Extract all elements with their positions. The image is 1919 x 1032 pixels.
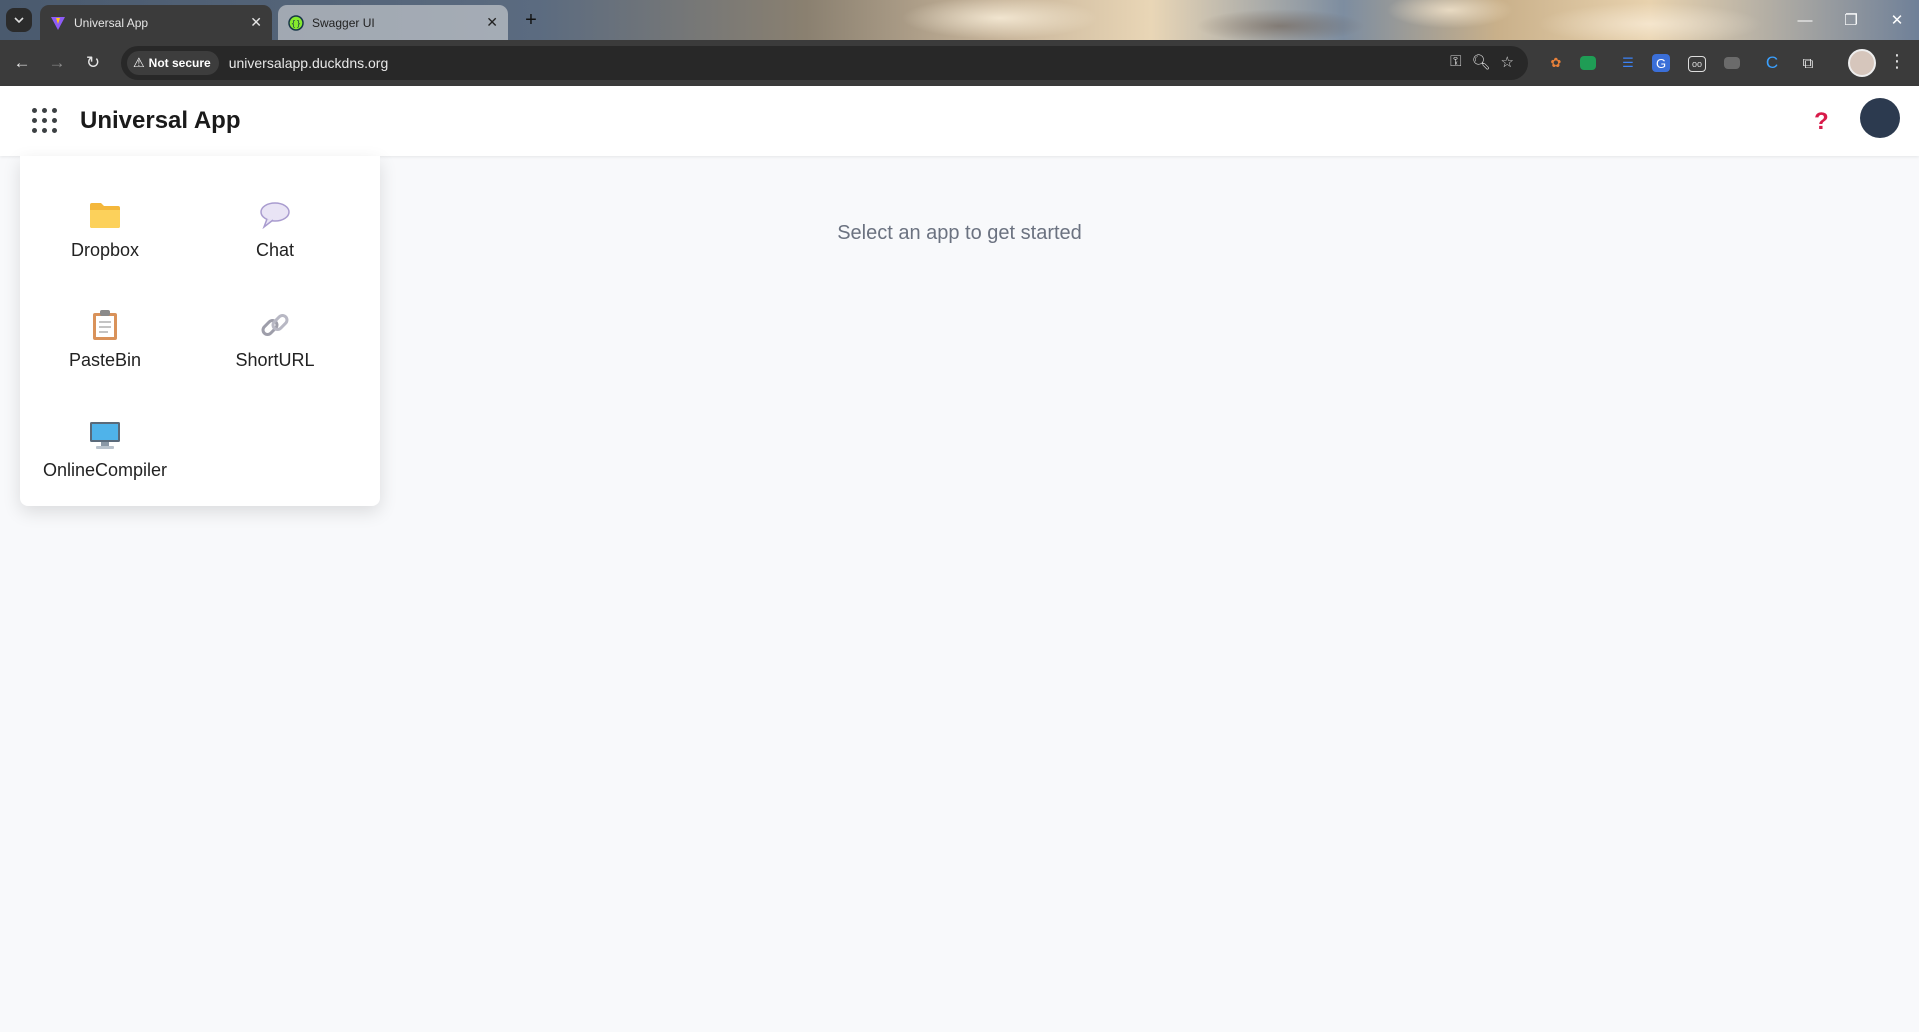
zoom-icon[interactable]: 🔍︎ [1472, 53, 1491, 71]
new-tab-button[interactable]: + [520, 9, 542, 31]
tab-swagger-ui[interactable]: {} Swagger UI ✕ [278, 5, 508, 40]
launcher-item-label: OnlineCompiler [42, 460, 168, 480]
app-header: Universal App ? [0, 86, 1919, 156]
security-label: Not secure [148, 56, 211, 70]
tab-title: Universal App [74, 15, 149, 30]
vite-favicon-icon [51, 16, 65, 30]
password-key-icon[interactable]: ⚿ [1450, 53, 1461, 71]
app-launcher-grid-icon[interactable] [32, 108, 58, 134]
extension-c-icon[interactable]: C [1760, 51, 1784, 75]
restore-window-button[interactable]: ❐ [1828, 8, 1874, 32]
tab-title: Swagger UI [312, 15, 375, 30]
close-tab-icon[interactable]: ✕ [250, 14, 262, 31]
browser-tab-strip: Universal App ✕ {} Swagger UI ✕ + — ❐ ✕ [0, 0, 1919, 40]
extensions-puzzle-icon[interactable]: ⧉ [1796, 51, 1820, 75]
extension-translate-icon[interactable]: G [1652, 54, 1670, 72]
close-tab-icon[interactable]: ✕ [486, 14, 498, 31]
security-indicator[interactable]: ⚠ Not secure [127, 51, 219, 75]
bookmark-star-icon[interactable]: ☆ [1501, 53, 1514, 71]
close-window-button[interactable]: ✕ [1874, 8, 1919, 32]
link-icon [258, 308, 292, 342]
swagger-favicon-icon: {} [288, 14, 304, 31]
minimize-window-button[interactable]: — [1782, 8, 1828, 32]
extension-folder-icon[interactable] [1580, 56, 1596, 70]
browser-toolbar: ← → ↻ ⚠ Not secure universalapp.duckdns.… [0, 40, 1919, 86]
reload-button[interactable]: ↻ [81, 51, 105, 75]
warning-triangle-icon: ⚠ [133, 55, 145, 70]
tab-universal-app[interactable]: Universal App ✕ [40, 5, 272, 40]
desktop-computer-icon [88, 418, 122, 452]
page-title: Universal App [80, 107, 241, 134]
extension-sliders-icon[interactable]: ☰ [1616, 51, 1640, 75]
launcher-item-label: ShortURL [235, 350, 315, 370]
help-icon[interactable]: ? [1814, 108, 1829, 136]
user-avatar[interactable] [1860, 98, 1900, 138]
address-bar[interactable]: ⚠ Not secure universalapp.duckdns.org ⚿ … [121, 46, 1528, 80]
extension-window-icon[interactable] [1724, 57, 1740, 69]
launcher-item-shorturl[interactable]: ShortURL [190, 296, 360, 386]
forward-button[interactable]: → [45, 51, 69, 75]
empty-state-message: Select an app to get started [837, 222, 1082, 244]
tab-search-button[interactable] [6, 8, 32, 32]
app-launcher-menu: Dropbox Chat PasteBin ShortURL OnlineCom… [20, 156, 380, 506]
clipboard-icon [88, 308, 122, 342]
extension-cookie-icon[interactable]: ✿ [1544, 51, 1568, 75]
launcher-item-onlinecompiler[interactable]: OnlineCompiler [20, 406, 190, 496]
chevron-down-icon [14, 17, 24, 24]
browser-profile-avatar[interactable] [1848, 49, 1876, 77]
url-text[interactable]: universalapp.duckdns.org [229, 55, 389, 71]
launcher-item-pastebin[interactable]: PasteBin [20, 296, 190, 386]
browser-menu-icon[interactable]: ⋮ [1888, 51, 1906, 72]
back-button[interactable]: ← [10, 51, 34, 75]
launcher-item-label: PasteBin [68, 350, 142, 370]
extension-cc-icon[interactable]: oo [1688, 56, 1706, 72]
svg-text:{}: {} [291, 19, 301, 28]
